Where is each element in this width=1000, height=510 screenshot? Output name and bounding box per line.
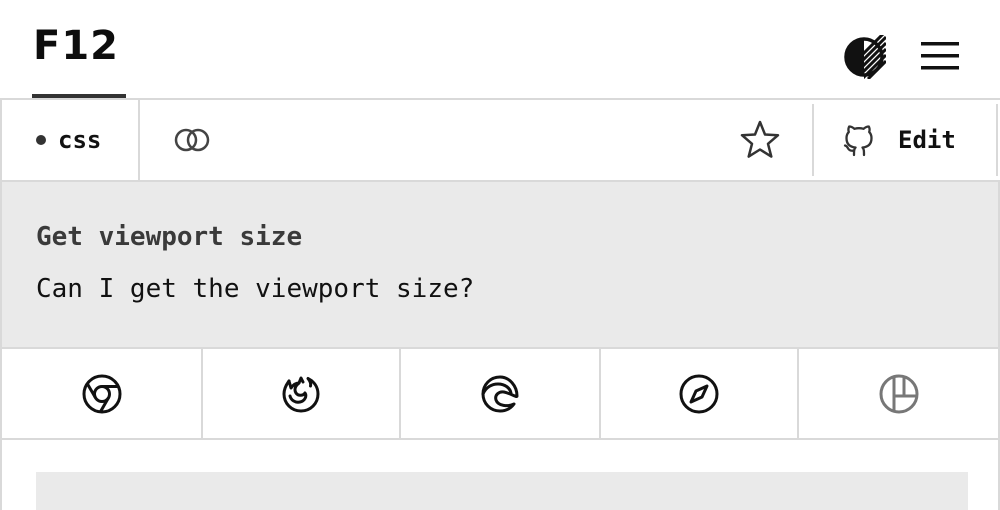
snippet-toolbar: css Edit: [0, 98, 1000, 182]
theme-toggle-button[interactable]: [842, 35, 886, 79]
other-browser-icon: [879, 374, 918, 413]
contrast-icon: [844, 35, 886, 79]
safari-icon: [679, 374, 719, 413]
edge-icon: [481, 375, 519, 412]
favorite-button[interactable]: [737, 118, 783, 162]
tag-label: css: [58, 126, 102, 154]
browser-other[interactable]: [797, 349, 1000, 438]
browser-chrome[interactable]: [0, 349, 201, 438]
link-icon: [174, 128, 210, 152]
tag-css[interactable]: css: [0, 100, 140, 180]
edit-label: Edit: [898, 126, 956, 154]
snippet-description: Get viewport size Can I get the viewport…: [0, 182, 1000, 348]
github-icon: [843, 125, 873, 157]
snippet-content: [0, 440, 1000, 510]
snippet-question: Can I get the viewport size?: [36, 274, 475, 304]
firefox-icon: [282, 376, 320, 412]
snippet-title: Get viewport size: [36, 222, 303, 252]
browser-safari[interactable]: [599, 349, 797, 438]
hamburger-menu-icon: [921, 42, 959, 70]
browser-support-row: [0, 347, 1000, 440]
menu-button[interactable]: [918, 36, 962, 76]
permalink-button[interactable]: [170, 120, 214, 160]
edit-on-github-button[interactable]: Edit: [812, 104, 998, 176]
star-icon: [740, 120, 780, 158]
browser-firefox[interactable]: [201, 349, 399, 438]
tag-dot: [36, 135, 46, 145]
browser-edge[interactable]: [399, 349, 599, 438]
code-block: [36, 472, 968, 510]
site-header: F12: [0, 0, 1000, 100]
chrome-icon: [82, 374, 121, 413]
site-logo[interactable]: F12: [33, 26, 119, 66]
